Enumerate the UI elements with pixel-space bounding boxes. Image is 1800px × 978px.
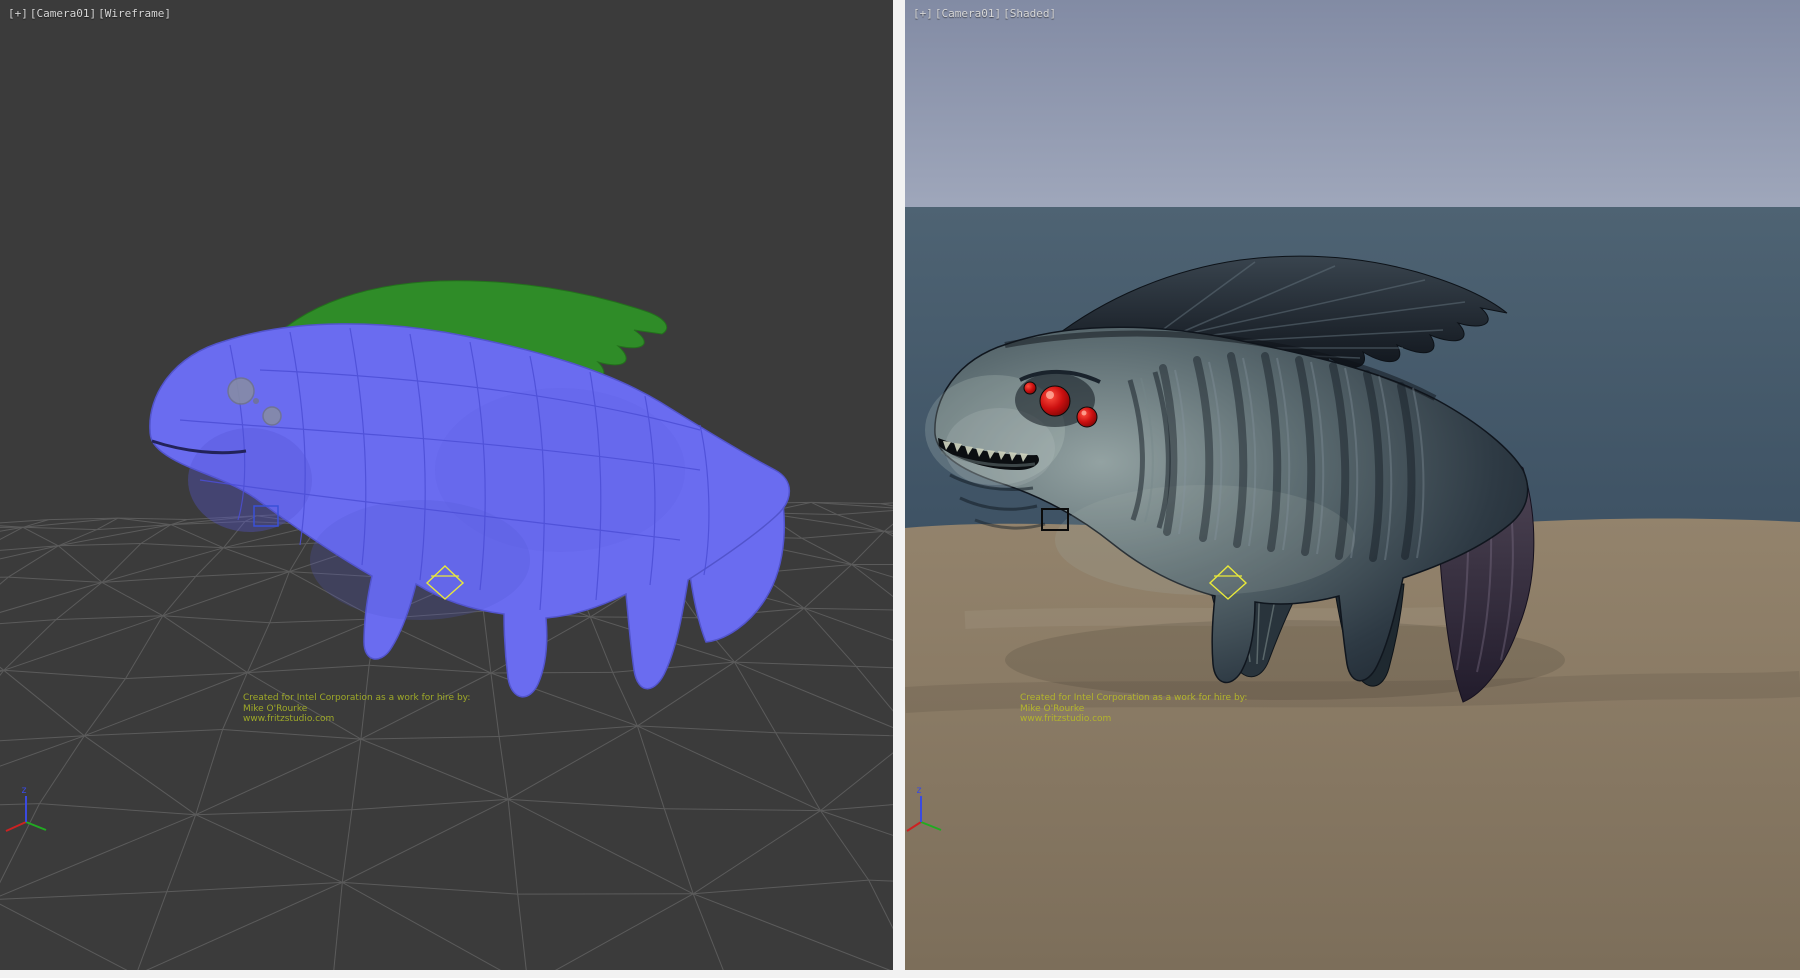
wireframe-scene: z [0, 0, 893, 970]
eye-red-third [1024, 382, 1036, 394]
watermark-line: Created for Intel Corporation as a work … [1020, 693, 1247, 704]
sky [905, 0, 1800, 210]
shading-menu[interactable]: [Wireframe] [98, 7, 171, 20]
watermark-line: www.fritzstudio.com [243, 714, 470, 725]
viewport-label: [+][Camera01][Wireframe] [8, 7, 173, 20]
viewport-menu-button[interactable]: [+] [913, 7, 933, 20]
watermark-line: Created for Intel Corporation as a work … [243, 693, 470, 704]
viewport-wireframe[interactable]: z [+][Camera01][Wireframe] Created for I… [0, 0, 893, 970]
watermark: Created for Intel Corporation as a work … [1020, 693, 1247, 725]
shaded-scene: z [905, 0, 1800, 970]
camera-menu[interactable]: [Camera01] [30, 7, 96, 20]
eye-red-large [1040, 386, 1070, 416]
viewport-shaded[interactable]: z [+][Camera01][Shaded] Created for Inte… [905, 0, 1800, 970]
window-edge [0, 970, 1800, 978]
viewport-menu-button[interactable]: [+] [8, 7, 28, 20]
watermark-line: Mike O'Rourke [1020, 704, 1247, 715]
viewport-area: z [+][Camera01][Wireframe] Created for I… [0, 0, 1800, 978]
watermark-line: www.fritzstudio.com [1020, 714, 1247, 725]
axis-z-label: z [21, 785, 27, 796]
watermark: Created for Intel Corporation as a work … [243, 693, 470, 725]
eye-red-small [1077, 407, 1097, 427]
viewport-splitter[interactable] [893, 0, 905, 970]
axis-z-label: z [916, 785, 922, 796]
watermark-line: Mike O'Rourke [243, 704, 470, 715]
viewport-label: [+][Camera01][Shaded] [913, 7, 1058, 20]
camera-menu[interactable]: [Camera01] [935, 7, 1001, 20]
shading-menu[interactable]: [Shaded] [1003, 7, 1056, 20]
